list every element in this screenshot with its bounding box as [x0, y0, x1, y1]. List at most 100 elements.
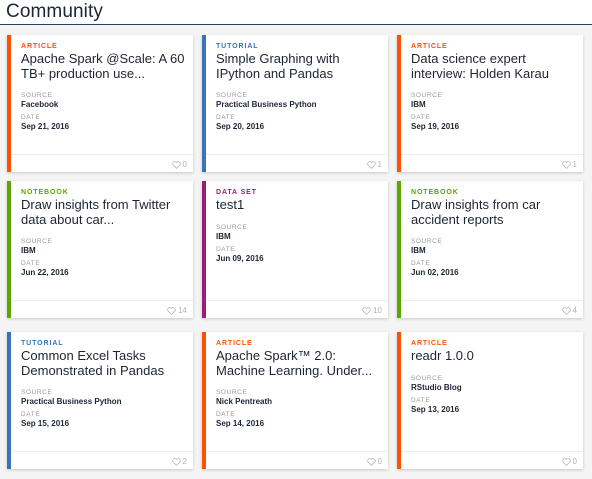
- card-type-label: ARTICLE: [216, 340, 253, 347]
- like-button[interactable]: 14: [167, 306, 187, 315]
- content-card[interactable]: ARTICLE readr 1.0.0 SOURCE RStudio Blog DATE…: [397, 332, 583, 469]
- content-card[interactable]: ARTICLE Apache Spark @Scale: A 60 TB+ pro…: [7, 35, 193, 172]
- card-type-label: DATA SET: [216, 189, 257, 196]
- heart-icon: [561, 457, 571, 466]
- date-value: Sep 20, 2016: [216, 122, 265, 131]
- card-type-label: NOTEBOOK: [411, 189, 459, 196]
- date-value: Sep 14, 2016: [216, 419, 265, 428]
- source-value: RStudio Blog: [411, 383, 462, 392]
- source-label: SOURCE: [216, 92, 248, 99]
- card-type-label: TUTORIAL: [21, 340, 64, 347]
- like-count: 0: [377, 457, 382, 466]
- heart-icon: [171, 457, 181, 466]
- source-value: Practical Business Python: [21, 397, 122, 406]
- content-card[interactable]: NOTEBOOK Draw insights from car accident …: [397, 181, 583, 318]
- content-card[interactable]: ARTICLE Apache Spark™ 2.0: Machine Learni…: [202, 332, 388, 469]
- content-card[interactable]: DATA SET test1 SOURCE IBM DATE Jun 09, 2016 10: [202, 181, 388, 318]
- card-title[interactable]: readr 1.0.0: [411, 348, 579, 364]
- like-button[interactable]: 10: [362, 306, 382, 315]
- content-card[interactable]: NOTEBOOK Draw insights from Twitter data …: [7, 181, 193, 318]
- date-label: DATE: [216, 114, 236, 121]
- heart-icon: [362, 306, 371, 315]
- heart-icon: [366, 160, 376, 169]
- date-label: DATE: [21, 114, 41, 121]
- like-count: 10: [373, 306, 382, 315]
- card-title[interactable]: test1: [216, 197, 384, 213]
- source-label: SOURCE: [21, 238, 53, 245]
- heart-icon: [561, 306, 571, 315]
- source-label: SOURCE: [216, 224, 248, 231]
- like-button[interactable]: 4: [561, 306, 577, 315]
- like-button[interactable]: 0: [171, 160, 187, 169]
- heart-icon: [561, 160, 571, 169]
- source-value: Facebook: [21, 100, 59, 109]
- content-card[interactable]: ARTICLE Data science expert interview: Ho…: [397, 35, 583, 172]
- source-value: IBM: [216, 232, 231, 241]
- date-value: Sep 19, 2016: [411, 122, 460, 131]
- heart-icon: [167, 306, 176, 315]
- like-count: 14: [178, 306, 187, 315]
- like-count: 4: [572, 306, 577, 315]
- card-footer: 1: [206, 154, 388, 172]
- card-footer: 1: [401, 154, 583, 172]
- date-value: Jun 22, 2016: [21, 268, 69, 277]
- content-card[interactable]: TUTORIAL Common Excel Tasks Demonstrated …: [7, 332, 193, 469]
- date-value: Jun 09, 2016: [216, 254, 264, 263]
- like-count: 0: [182, 160, 187, 169]
- source-value: Practical Business Python: [216, 100, 317, 109]
- like-count: 0: [572, 457, 577, 466]
- date-label: DATE: [216, 246, 236, 253]
- card-title[interactable]: Apache Spark @Scale: A 60 TB+ production…: [21, 51, 189, 81]
- date-label: DATE: [411, 260, 431, 267]
- date-label: DATE: [21, 411, 41, 418]
- card-title[interactable]: Draw insights from car accident reports: [411, 197, 579, 227]
- date-value: Jun 02, 2016: [411, 268, 459, 277]
- card-footer: 0: [401, 451, 583, 469]
- date-value: Sep 13, 2016: [411, 405, 460, 414]
- card-title[interactable]: Draw insights from Twitter data about ca…: [21, 197, 189, 227]
- source-label: SOURCE: [411, 238, 443, 245]
- page-header: Community: [0, 0, 592, 25]
- date-value: Sep 15, 2016: [21, 419, 70, 428]
- source-value: Nick Pentreath: [216, 397, 273, 406]
- date-label: DATE: [21, 260, 41, 267]
- source-label: SOURCE: [21, 389, 53, 396]
- source-value: IBM: [21, 246, 36, 255]
- card-title[interactable]: Apache Spark™ 2.0: Machine Learning. Und…: [216, 348, 384, 378]
- card-type-label: ARTICLE: [411, 340, 448, 347]
- source-label: SOURCE: [411, 92, 443, 99]
- like-button[interactable]: 1: [366, 160, 382, 169]
- like-button[interactable]: 1: [561, 160, 577, 169]
- like-button[interactable]: 0: [561, 457, 577, 466]
- source-label: SOURCE: [21, 92, 53, 99]
- content-card[interactable]: TUTORIAL Simple Graphing with IPython and…: [202, 35, 388, 172]
- date-label: DATE: [411, 397, 431, 404]
- like-count: 1: [377, 160, 382, 169]
- card-footer: 4: [401, 300, 583, 318]
- heart-icon: [366, 457, 376, 466]
- card-footer: 14: [11, 300, 193, 318]
- card-footer: 0: [11, 154, 193, 172]
- like-button[interactable]: 2: [171, 457, 187, 466]
- card-title[interactable]: Data science expert interview: Holden Ka…: [411, 51, 579, 81]
- card-title[interactable]: Common Excel Tasks Demonstrated in Panda…: [21, 348, 189, 378]
- card-type-label: NOTEBOOK: [21, 189, 69, 196]
- source-label: SOURCE: [216, 389, 248, 396]
- source-value: IBM: [411, 246, 426, 255]
- date-label: DATE: [411, 114, 431, 121]
- date-label: DATE: [216, 411, 236, 418]
- like-button[interactable]: 0: [366, 457, 382, 466]
- date-value: Sep 21, 2016: [21, 122, 70, 131]
- source-label: SOURCE: [411, 375, 443, 382]
- card-type-label: ARTICLE: [21, 43, 58, 50]
- heart-icon: [171, 160, 181, 169]
- page-title: Community: [6, 1, 103, 22]
- source-value: IBM: [411, 100, 426, 109]
- card-type-label: ARTICLE: [411, 43, 448, 50]
- like-count: 2: [182, 457, 187, 466]
- card-title[interactable]: Simple Graphing with IPython and Pandas: [216, 51, 384, 81]
- card-footer: 2: [11, 451, 193, 469]
- card-type-label: TUTORIAL: [216, 43, 259, 50]
- card-footer: 10: [206, 300, 388, 318]
- card-footer: 0: [206, 451, 388, 469]
